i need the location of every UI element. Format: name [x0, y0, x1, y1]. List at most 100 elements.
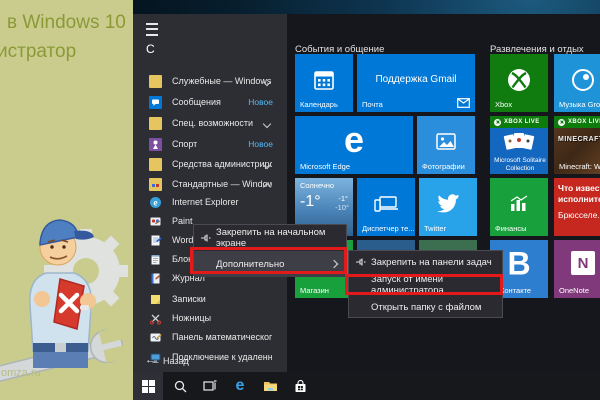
tile-groove-music[interactable]: Музыка Groove: [554, 54, 600, 112]
app-item-sport[interactable]: СпортНовое: [133, 135, 287, 154]
screen: С Служебные — Windows СообщенияНовое Спе…: [0, 0, 600, 400]
tile-minecraft[interactable]: XBOX LIVE MINECRAFT Minecraft: W...: [554, 116, 600, 174]
app-item-system-windows[interactable]: Служебные — Windows: [133, 72, 287, 91]
xbox-ball-icon: [494, 119, 501, 126]
tile-solitaire[interactable]: XBOX LIVE Microsoft Solitaire Collection: [490, 116, 548, 174]
tutorial-panel: в Windows 10 · истратор: [0, 0, 133, 400]
folder-icon: [149, 158, 162, 171]
wordpad-icon: [149, 234, 162, 247]
menu-item-open-file-location[interactable]: Открыть папку с файлом: [349, 296, 502, 319]
hamburger-icon[interactable]: [146, 23, 158, 36]
svg-text:e: e: [154, 198, 158, 208]
mail-notification: Поддержка Gmail: [357, 74, 475, 85]
envelope-icon: [457, 98, 470, 108]
task-view-icon: [203, 380, 217, 392]
back-arrow-icon: ←: [145, 354, 156, 366]
letter-group-header[interactable]: С: [146, 42, 155, 56]
journal-icon: [149, 272, 162, 285]
tile-mail[interactable]: Поддержка Gmail Почта: [357, 54, 475, 112]
news-headline-line3: Брюсселе...: [558, 210, 600, 221]
internet-explorer-icon: e: [149, 196, 162, 209]
edge-icon: e: [236, 377, 245, 395]
context-submenu: Закрепить на панели задач Запуск от имен…: [348, 250, 503, 318]
folder-icon: [149, 178, 162, 191]
math-input-icon: [149, 331, 162, 344]
weather-low: -10°: [335, 203, 349, 212]
back-button[interactable]: ← Назад: [133, 352, 287, 370]
app-item-internet-explorer[interactable]: e Internet Explorer: [133, 193, 287, 212]
start-menu-apps-column: С Служебные — Windows СообщенияНовое Спе…: [133, 14, 287, 372]
xbox-live-banner: XBOX LIVE: [554, 116, 600, 128]
xbox-live-banner: XBOX LIVE: [490, 116, 548, 128]
menu-item-pin-to-start[interactable]: Закрепить на начальном экране: [194, 225, 346, 251]
app-item-accessories[interactable]: Стандартные — Windows: [133, 175, 287, 194]
taskbar-search-button[interactable]: [165, 372, 195, 400]
weather-temp: -1°: [300, 193, 321, 211]
tile-phone-companion[interactable]: Диспетчер те...: [357, 178, 415, 236]
watermark: omza.ru: [1, 367, 41, 379]
chevron-down-icon: [263, 120, 271, 128]
vk-logo: В: [507, 246, 530, 283]
folder-icon: [149, 75, 162, 88]
app-item-admin-tools[interactable]: Средства администрирован...: [133, 155, 287, 174]
twitter-bird-icon: [435, 193, 461, 215]
unpin-icon: [200, 233, 211, 244]
app-item-math-input-panel[interactable]: Панель математического ввода: [133, 328, 287, 347]
menu-item-more[interactable]: Дополнительно: [194, 251, 346, 277]
tile-microsoft-edge[interactable]: e Microsoft Edge: [295, 116, 413, 174]
new-badge: Новое: [248, 139, 273, 149]
tile-finance[interactable]: Финансы: [490, 178, 548, 236]
store-bag-icon: [294, 380, 307, 393]
minecraft-logo-text: MINECRAFT: [558, 136, 600, 143]
app-item-messaging[interactable]: СообщенияНовое: [133, 93, 287, 112]
menu-item-pin-to-taskbar[interactable]: Закрепить на панели задач: [349, 251, 502, 273]
task-view-button[interactable]: [195, 372, 225, 400]
tutorial-title-line1: в Windows 10 ·: [7, 12, 133, 34]
xbox-logo-icon: [506, 67, 532, 93]
chevron-right-icon: [330, 260, 338, 268]
folder-icon: [149, 117, 162, 130]
devices-icon: [373, 193, 399, 215]
file-explorer-button[interactable]: [255, 372, 285, 400]
tile-photos[interactable]: Фотографии: [417, 116, 475, 174]
app-item-sticky-notes[interactable]: Записки: [133, 290, 287, 309]
groove-logo-icon: [570, 67, 596, 93]
scissors-icon: [149, 312, 162, 325]
taskbar: e: [133, 372, 600, 400]
mascot-illustration: [0, 183, 133, 398]
weather-condition: Солнечно: [300, 181, 334, 190]
menu-item-run-as-administrator[interactable]: Запуск от имени администратора: [349, 273, 502, 296]
taskbar-edge-button[interactable]: e: [225, 372, 255, 400]
bar-chart-icon: [508, 194, 530, 214]
sport-icon: [149, 138, 162, 151]
onenote-icon: N: [571, 251, 595, 275]
tile-xbox[interactable]: Xbox: [490, 54, 548, 112]
notepad-icon: [149, 253, 162, 266]
tile-onenote[interactable]: N OneNote: [554, 240, 600, 298]
news-headline-line2: исполнителе...: [558, 194, 600, 205]
news-headline-line1: Что известно: [558, 183, 600, 194]
new-badge: Новое: [248, 97, 273, 107]
cards-icon: [503, 131, 535, 153]
weather-high: -1°: [338, 194, 348, 203]
photos-icon: [435, 131, 457, 153]
tutorial-title-line2: истратор: [0, 41, 76, 63]
sticky-notes-icon: [149, 293, 162, 306]
pin-icon: [355, 257, 366, 268]
tile-calendar[interactable]: Календарь: [295, 54, 353, 112]
app-item-ease-of-access[interactable]: Спец. возможности: [133, 114, 287, 133]
windows-logo-icon: [142, 380, 155, 393]
app-item-snipping-tool[interactable]: Ножницы: [133, 309, 287, 328]
calendar-icon: [312, 68, 336, 92]
xbox-ball-icon: [558, 119, 565, 126]
start-button[interactable]: [133, 372, 163, 400]
context-menu: Закрепить на начальном экране Дополнител…: [193, 224, 347, 276]
tile-news[interactable]: Что известно исполнителе... Брюсселе...: [554, 178, 600, 236]
taskbar-store-button[interactable]: [285, 372, 315, 400]
messaging-icon: [149, 96, 162, 109]
edge-logo: e: [344, 119, 364, 161]
search-icon: [174, 380, 187, 393]
folder-icon: [263, 380, 278, 392]
paint-icon: [149, 215, 162, 228]
tile-twitter[interactable]: Twitter: [419, 178, 477, 236]
